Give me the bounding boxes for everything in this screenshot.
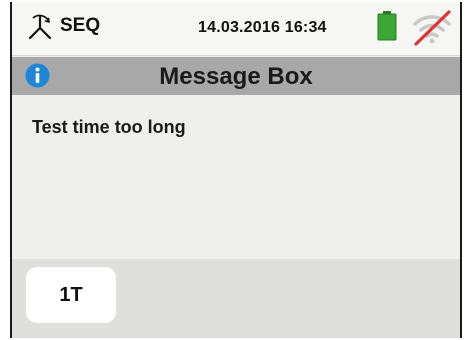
softkey-bar: 1T <box>12 259 460 338</box>
message-area: Test time too long <box>12 95 460 257</box>
message-text: Test time too long <box>32 117 186 137</box>
status-bar: SEQ 14.03.2016 16:34 <box>12 2 460 56</box>
message-box-titlebar: Message Box <box>12 57 460 95</box>
phase-sequence-icon <box>28 14 52 40</box>
wifi-disabled-icon <box>413 10 451 46</box>
mode-label: SEQ <box>60 15 101 36</box>
softkey-1t-button[interactable]: 1T <box>26 267 116 323</box>
date-time: 14.03.2016 16:34 <box>198 19 327 36</box>
message-box-title: Message Box <box>159 63 313 90</box>
instrument-screen: SEQ 14.03.2016 16:34 Message Box Test ti… <box>10 2 462 338</box>
battery-icon <box>377 11 397 41</box>
